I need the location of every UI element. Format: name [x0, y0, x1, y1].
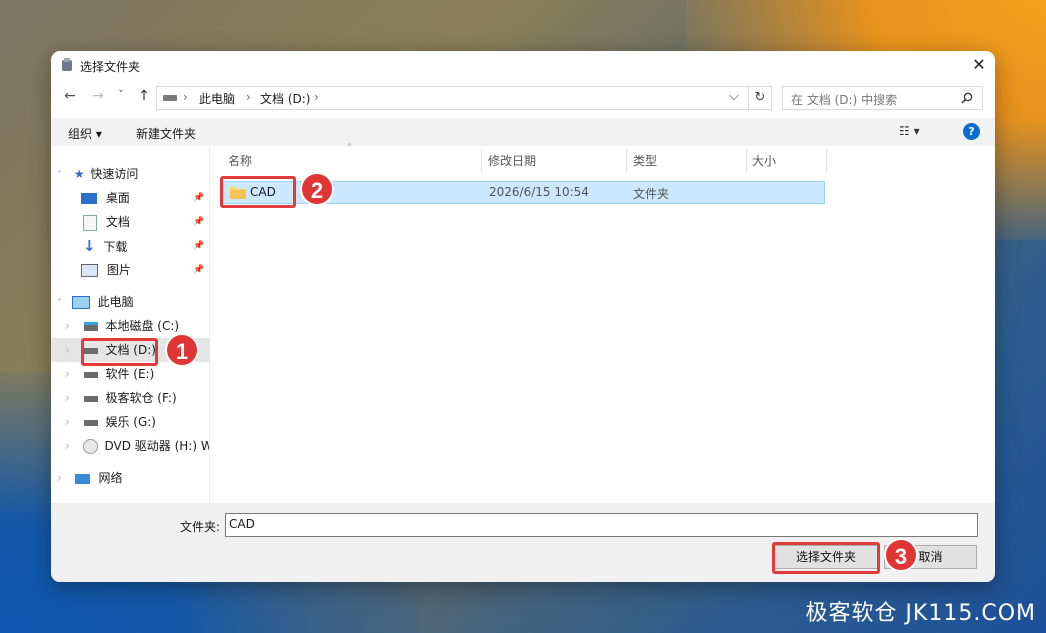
- nav-network[interactable]: › 网络: [57, 466, 207, 490]
- column-header-modified[interactable]: 修改日期: [488, 149, 627, 173]
- nav-item-desktop[interactable]: 桌面 📌: [81, 186, 207, 210]
- breadcrumb-separator: ›: [314, 90, 319, 104]
- app-icon: [60, 58, 74, 72]
- address-bar[interactable]: › 此电脑 › 文档 (D:) › ⌵: [156, 86, 749, 110]
- expand-arrow-icon: ›: [65, 391, 70, 405]
- nav-item-label: 娱乐 (G:): [105, 415, 156, 429]
- help-icon[interactable]: ?: [963, 123, 980, 140]
- view-options-icon[interactable]: ☷ ▾: [899, 124, 920, 138]
- nav-quick-access-label: 快速访问: [90, 167, 139, 181]
- step-badge-2: 2: [300, 172, 334, 206]
- pin-icon: 📌: [193, 193, 205, 203]
- new-folder-button[interactable]: 新建文件夹: [136, 125, 196, 142]
- command-toolbar: 组织 ▾ 新建文件夹 ☷ ▾ ?: [51, 118, 995, 146]
- pane-divider[interactable]: [209, 146, 210, 503]
- star-icon: ★: [73, 167, 85, 181]
- pictures-icon: [81, 264, 98, 277]
- nav-this-pc[interactable]: ˅ 此电脑: [57, 290, 207, 314]
- column-header-size[interactable]: 大小: [752, 149, 827, 173]
- network-icon: [74, 473, 90, 484]
- documents-icon: [83, 214, 97, 231]
- column-header-name[interactable]: 名称: [228, 149, 482, 173]
- drive-icon: [83, 419, 98, 426]
- drive-icon: [83, 371, 98, 378]
- expand-arrow-icon: ›: [65, 343, 70, 357]
- navigation-pane: ˅ ★ 快速访问 桌面 📌 文档 📌 ↓ 下载 📌 图片 📌 ˅ 此电脑 › 本…: [51, 146, 209, 503]
- expand-arrow-icon: ›: [65, 439, 70, 453]
- up-button[interactable]: ↑: [135, 88, 153, 104]
- drive-icon: [83, 395, 98, 402]
- step-badge-1: 1: [165, 333, 199, 367]
- nav-item-label: 图片: [106, 263, 131, 277]
- nav-network-label: 网络: [98, 471, 123, 485]
- close-button[interactable]: ✕: [969, 55, 989, 75]
- address-dropdown-icon[interactable]: ⌵: [729, 89, 739, 104]
- downloads-icon: ↓: [83, 237, 96, 255]
- highlight-select-button: [772, 542, 880, 574]
- expand-arrow-icon: ›: [57, 471, 62, 485]
- forward-button[interactable]: →: [89, 88, 107, 104]
- nav-item-pictures[interactable]: 图片 📌: [81, 258, 207, 282]
- nav-quick-access[interactable]: ˅ ★ 快速访问: [57, 162, 207, 186]
- nav-this-pc-label: 此电脑: [97, 295, 134, 309]
- nav-item-label: 极客软仓 (F:): [105, 391, 177, 405]
- nav-drive-g[interactable]: › 娱乐 (G:): [65, 410, 207, 434]
- drive-icon: [163, 95, 177, 101]
- system-drive-icon: [83, 322, 98, 331]
- nav-item-label: 下载: [103, 240, 128, 254]
- pin-icon: 📌: [193, 217, 205, 227]
- folder-name-input[interactable]: CAD: [225, 513, 978, 537]
- expand-arrow-icon: ›: [65, 367, 70, 381]
- nav-item-label: 桌面: [105, 191, 130, 205]
- file-modified: 2026/6/15 10:54: [489, 185, 589, 199]
- window-title: 选择文件夹: [80, 60, 141, 74]
- dvd-icon: [82, 439, 98, 454]
- nav-item-label: 本地磁盘 (C:): [105, 319, 180, 333]
- breadcrumb-this-pc[interactable]: 此电脑: [199, 90, 235, 107]
- column-header-type[interactable]: 类型: [633, 149, 747, 173]
- select-folder-dialog: 选择文件夹 ✕ ← → ˅ ↑ › 此电脑 › 文档 (D:) › ⌵ ↻ 在 …: [51, 51, 995, 582]
- nav-item-label: 软件 (E:): [105, 367, 155, 381]
- nav-drive-f[interactable]: › 极客软仓 (F:): [65, 386, 207, 410]
- expand-chevron-icon: ˅: [57, 298, 62, 309]
- nav-item-label: 文档: [105, 215, 130, 229]
- step-badge-3: 3: [884, 538, 918, 572]
- pin-icon: 📌: [193, 265, 205, 275]
- nav-drive-h[interactable]: › DVD 驱动器 (H:) W: [65, 434, 209, 458]
- file-type: 文件夹: [633, 187, 670, 201]
- watermark: 极客软仓 JK115.COM: [805, 601, 1036, 626]
- desktop-icon: [81, 193, 97, 204]
- computer-icon: [71, 296, 90, 309]
- search-icon[interactable]: [961, 92, 973, 104]
- refresh-button[interactable]: ↻: [748, 86, 772, 110]
- pin-icon: 📌: [193, 241, 205, 251]
- expand-arrow-icon: ›: [65, 415, 70, 429]
- nav-item-downloads[interactable]: ↓ 下载 📌: [81, 234, 207, 258]
- highlight-drive-d: [81, 338, 158, 366]
- expand-chevron-icon: ˅: [57, 170, 62, 181]
- organize-menu[interactable]: 组织 ▾: [68, 125, 102, 142]
- nav-item-label: DVD 驱动器 (H:) W: [104, 439, 209, 453]
- highlight-cad-folder: [220, 176, 296, 208]
- breadcrumb-separator: ›: [183, 90, 188, 104]
- search-box[interactable]: 在 文档 (D:) 中搜索: [782, 86, 983, 110]
- folder-label: 文件夹:: [180, 520, 221, 534]
- expand-arrow-icon: ›: [65, 319, 70, 333]
- back-button[interactable]: ←: [61, 88, 79, 104]
- search-input[interactable]: 在 文档 (D:) 中搜索: [791, 91, 897, 108]
- nav-item-documents[interactable]: 文档 📌: [81, 210, 207, 234]
- recent-locations-button[interactable]: ˅: [115, 88, 127, 101]
- breadcrumb-drive-d[interactable]: 文档 (D:): [260, 90, 310, 107]
- folder-name-value: CAD: [229, 517, 255, 531]
- breadcrumb-separator: ›: [246, 90, 251, 104]
